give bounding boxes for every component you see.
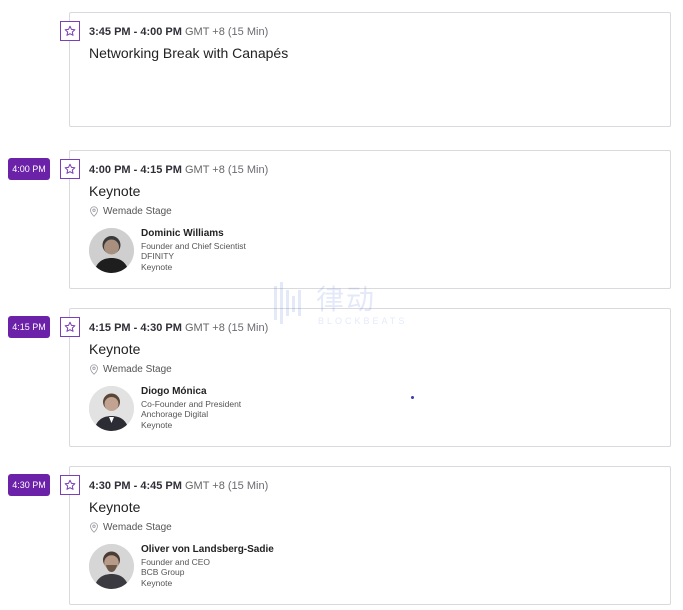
time-slot-badge: 4:15 PM: [8, 316, 50, 338]
session-location: Wemade Stage: [89, 522, 172, 533]
map-pin-icon: [90, 522, 98, 533]
session-time: 3:45 PM - 4:00 PM GMT +8 (15 Min): [89, 26, 268, 38]
session-card-keynote-1[interactable]: 4:00 PM - 4:15 PM GMT +8 (15 Min) Keynot…: [60, 150, 671, 289]
speaker-avatar[interactable]: [89, 544, 134, 589]
time-slot-badge: 4:00 PM: [8, 158, 50, 180]
speaker-tag: Keynote: [141, 261, 173, 272]
speaker-tag: Keynote: [141, 577, 173, 588]
favorite-toggle[interactable]: [60, 475, 80, 495]
map-pin-icon: [90, 364, 98, 375]
favorite-toggle[interactable]: [60, 21, 80, 41]
stray-dot: [411, 396, 414, 399]
speaker-company: Anchorage Digital: [141, 409, 209, 419]
star-outline-icon: [64, 321, 76, 332]
timezone: GMT +8: [184, 26, 225, 38]
session-time: 4:15 PM - 4:30 PM GMT +8 (15 Min): [89, 322, 268, 334]
speaker-name[interactable]: Oliver von Landsberg-Sadie: [141, 544, 274, 556]
time-range: 3:45 PM - 4:00 PM: [89, 26, 182, 38]
speaker-avatar[interactable]: [89, 228, 134, 273]
session-time: 4:30 PM - 4:45 PM GMT +8 (15 Min): [89, 480, 268, 492]
speaker-tag: Keynote: [141, 419, 173, 430]
stage-name: Wemade Stage: [103, 206, 172, 217]
time-range: 4:00 PM - 4:15 PM: [89, 164, 182, 176]
speaker-info: Oliver von Landsberg-Sadie Founder and C…: [141, 544, 274, 588]
session-location: Wemade Stage: [89, 364, 172, 375]
time-range: 4:15 PM - 4:30 PM: [89, 322, 182, 334]
speaker-info: Diogo Mónica Co-Founder and President An…: [141, 386, 242, 430]
speaker-company: BCB Group: [141, 567, 185, 577]
star-outline-icon: [64, 163, 76, 174]
timezone: GMT +8: [184, 164, 225, 176]
favorite-toggle[interactable]: [60, 159, 80, 179]
favorite-toggle[interactable]: [60, 317, 80, 337]
timezone: GMT +8: [184, 480, 225, 492]
duration: (15 Min): [227, 164, 269, 176]
speaker-info: Dominic Williams Founder and Chief Scien…: [141, 228, 246, 272]
session-title[interactable]: Networking Break with Canapés: [89, 45, 288, 61]
duration: (15 Min): [227, 322, 269, 334]
speaker-name[interactable]: Diogo Mónica: [141, 386, 241, 398]
star-outline-icon: [64, 25, 76, 36]
map-pin-icon: [90, 206, 98, 217]
session-time: 4:00 PM - 4:15 PM GMT +8 (15 Min): [89, 164, 268, 176]
speaker-role: Founder and Chief Scientist: [141, 240, 246, 251]
timezone: GMT +8: [184, 322, 225, 334]
stage-name: Wemade Stage: [103, 522, 172, 533]
time-range: 4:30 PM - 4:45 PM: [89, 480, 182, 492]
session-card-networking-break[interactable]: 3:45 PM - 4:00 PM GMT +8 (15 Min) Networ…: [60, 12, 671, 127]
session-title[interactable]: Keynote: [89, 183, 140, 199]
session-card-keynote-3[interactable]: 4:30 PM - 4:45 PM GMT +8 (15 Min) Keynot…: [60, 466, 671, 605]
session-location: Wemade Stage: [89, 206, 172, 217]
duration: (15 Min): [227, 26, 269, 38]
time-slot-badge: 4:30 PM: [8, 474, 50, 496]
speaker-company: DFINITY: [141, 251, 175, 261]
star-outline-icon: [64, 479, 76, 490]
speaker-role: Co-Founder and President: [141, 398, 242, 409]
session-title[interactable]: Keynote: [89, 341, 140, 357]
speaker-name[interactable]: Dominic Williams: [141, 228, 246, 240]
speaker-role: Founder and CEO: [141, 556, 210, 567]
speaker-avatar[interactable]: [89, 386, 134, 431]
session-card-keynote-2[interactable]: 4:15 PM - 4:30 PM GMT +8 (15 Min) Keynot…: [60, 308, 671, 447]
session-title[interactable]: Keynote: [89, 499, 140, 515]
duration: (15 Min): [227, 480, 269, 492]
stage-name: Wemade Stage: [103, 364, 172, 375]
